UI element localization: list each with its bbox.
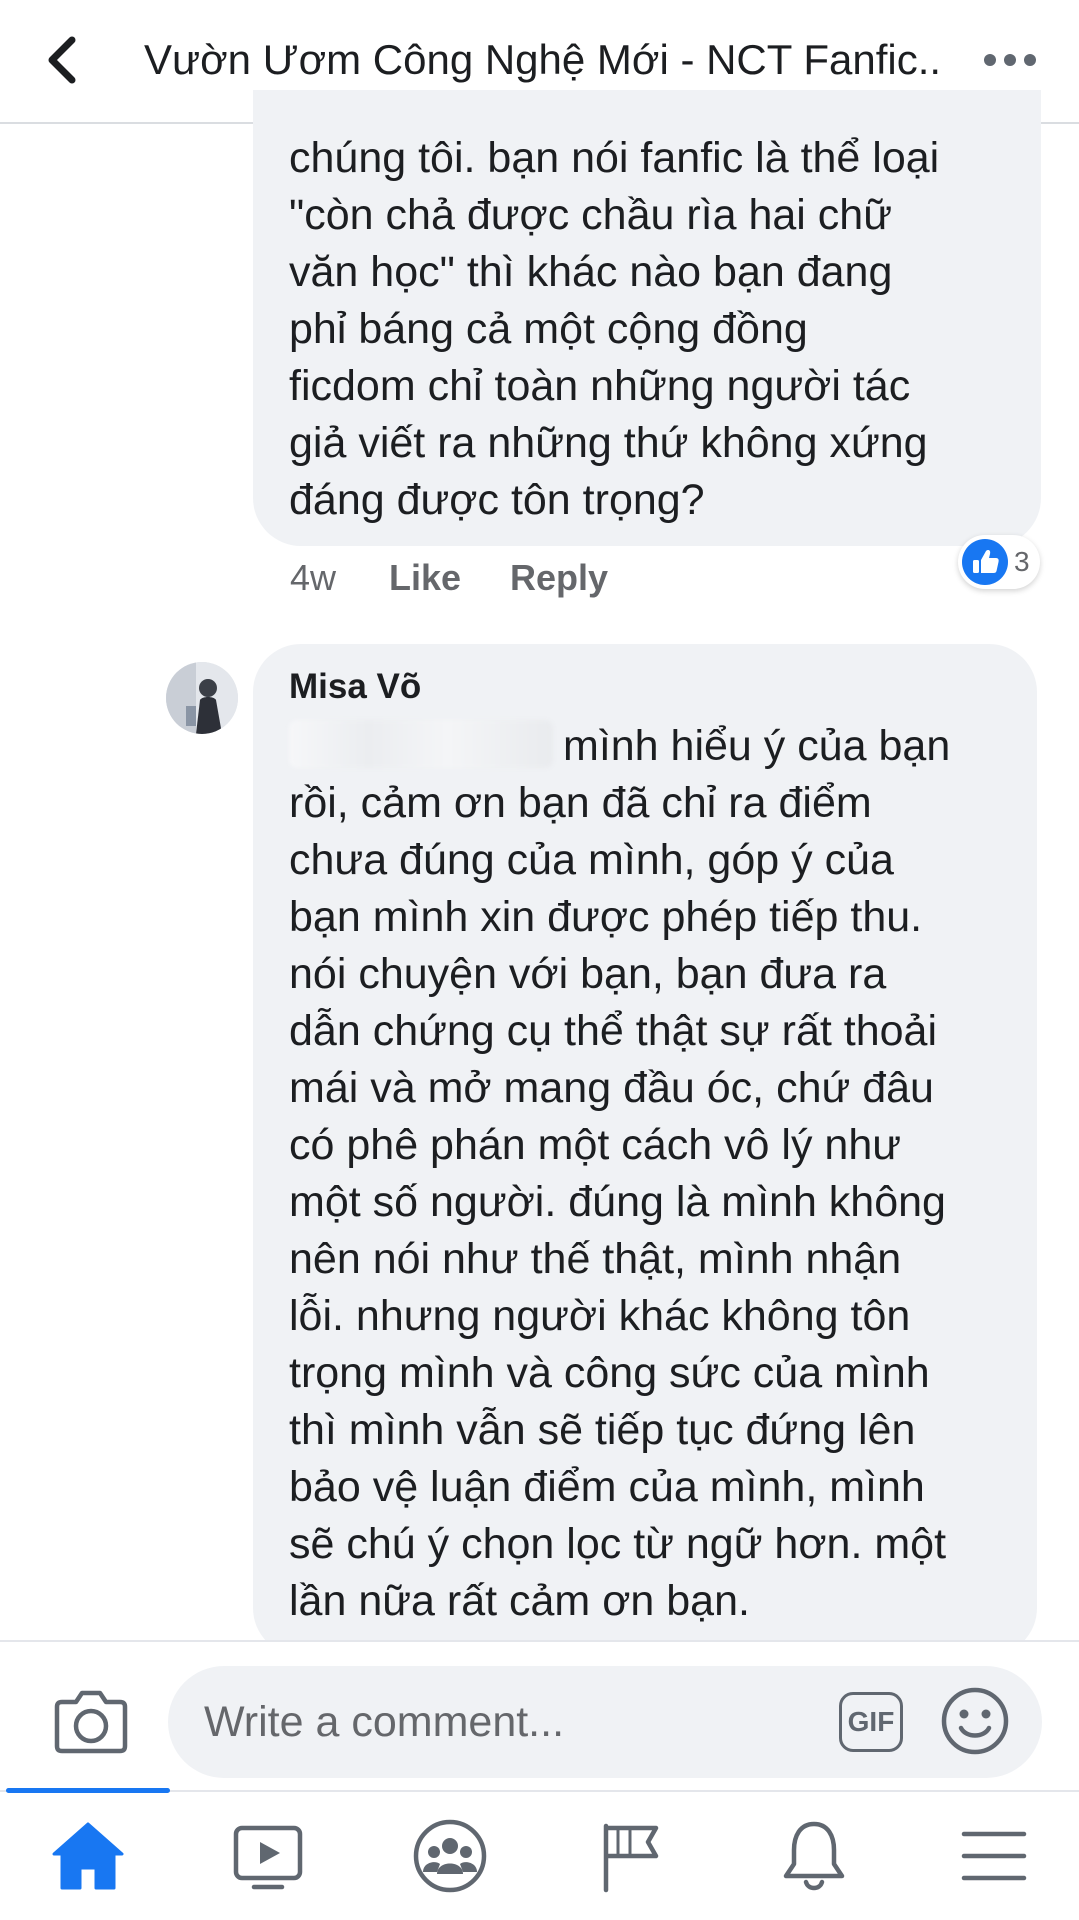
comment-text: chúng tôi. bạn nói fanfic là thể loại "c…: [289, 134, 940, 524]
bottom-tab-bar: [0, 1788, 1079, 1920]
reply-button[interactable]: Reply: [510, 550, 608, 606]
more-dots-icon: [984, 54, 1036, 66]
tab-pages[interactable]: [592, 1816, 672, 1896]
comment-body: mình hiểu ý của bạn rồi, cảm ơn bạn đã c…: [289, 718, 1029, 1630]
reaction-summary[interactable]: 3: [958, 535, 1040, 589]
home-icon: [52, 1822, 124, 1890]
chevron-left-icon: [48, 36, 76, 84]
reaction-count: 3: [1014, 546, 1030, 577]
page-title: Vườn Ươm Công Nghệ Mới - NCT Fanfic...: [144, 36, 944, 83]
emoji-button[interactable]: [940, 1686, 1010, 1756]
tab-watch[interactable]: [228, 1816, 308, 1896]
back-button[interactable]: [40, 30, 90, 90]
avatar[interactable]: [166, 662, 238, 734]
comment-input[interactable]: [168, 1666, 1042, 1778]
comment-bubble: Misa Võ mình hiểu ý của bạn rồi, cảm ơn …: [253, 644, 1037, 1656]
menu-icon: [961, 1831, 1027, 1881]
redacted-mention: [289, 720, 553, 768]
active-tab-indicator: [6, 1788, 170, 1793]
tab-home[interactable]: [48, 1816, 128, 1896]
comment-bubble: chúng tôi. bạn nói fanfic là thể loại "c…: [253, 90, 1041, 546]
comment-composer: GIF: [0, 1640, 1079, 1790]
video-icon: [233, 1825, 303, 1890]
thumbs-up-icon: [962, 539, 1008, 585]
tab-notifications[interactable]: [774, 1816, 854, 1896]
pages-flag-icon: [603, 1823, 659, 1893]
gif-button[interactable]: GIF: [839, 1692, 903, 1752]
notifications-bell-icon: [783, 1821, 845, 1891]
more-options-button[interactable]: [980, 40, 1040, 80]
comment-author[interactable]: Misa Võ: [289, 662, 421, 712]
groups-icon: [413, 1819, 487, 1893]
comment-timestamp: 4w: [290, 557, 337, 598]
camera-button[interactable]: [54, 1688, 128, 1754]
tab-groups[interactable]: [410, 1816, 490, 1896]
smiley-face-icon: [941, 1687, 1009, 1755]
profile-photo-icon: [166, 662, 238, 734]
tab-menu[interactable]: [954, 1816, 1034, 1896]
like-button[interactable]: Like: [389, 550, 461, 606]
comment-text: mình hiểu ý của bạn rồi, cảm ơn bạn đã c…: [289, 722, 951, 1625]
camera-icon: [54, 1690, 128, 1754]
